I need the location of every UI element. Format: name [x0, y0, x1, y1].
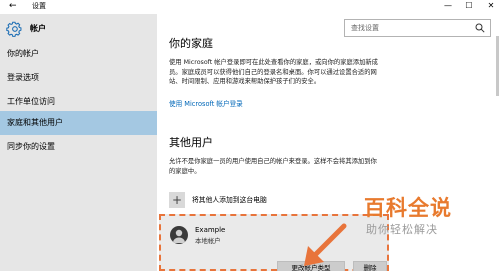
family-heading: 你的家庭 [169, 37, 213, 50]
title-bar: ← 设置 — ☐ ✕ [0, 0, 500, 14]
pointer-arrow-icon [304, 223, 347, 266]
close-button[interactable]: ✕ [484, 1, 498, 11]
add-other-user-label: 将其他人添加到这台电脑 [192, 196, 267, 204]
sidebar-item-sign-in-options[interactable]: 登录选项 [0, 66, 157, 90]
sidebar-header: 帐户 [0, 18, 157, 42]
search-input[interactable]: 查找设置 [344, 19, 491, 37]
search-placeholder: 查找设置 [351, 24, 379, 32]
family-description: 使用 Microsoft 帐户登录即可在此处查看你的家庭，或向你的家庭添加新成员… [169, 59, 378, 86]
search-icon[interactable] [475, 23, 485, 33]
gear-icon [6, 21, 22, 37]
sidebar-item-family-other-users[interactable]: 家庭和其他用户 [0, 111, 157, 135]
account-type: 本地帐户 [195, 237, 221, 245]
user-avatar-icon [170, 226, 188, 244]
sidebar: 帐户 你的帐户 登录选项 工作单位访问 家庭和其他用户 同步你的设置 [0, 14, 157, 271]
delete-account-button[interactable]: 删除 [353, 261, 387, 271]
window-title: 设置 [32, 2, 46, 10]
back-arrow-icon[interactable]: ← [9, 1, 17, 12]
microsoft-sign-in-link[interactable]: 使用 Microsoft 帐户登录 [169, 100, 243, 109]
sidebar-item-label: 同步你的设置 [7, 142, 55, 151]
sidebar-item-label: 家庭和其他用户 [7, 118, 63, 127]
sidebar-header-label: 帐户 [30, 24, 46, 33]
minimize-button[interactable]: — [441, 1, 455, 11]
add-other-user-button[interactable]: + 将其他人添加到这台电脑 [169, 192, 369, 210]
sidebar-item-your-account[interactable]: 你的帐户 [0, 42, 157, 66]
maximize-button[interactable]: ☐ [462, 1, 476, 11]
account-name: Example [195, 226, 226, 234]
plus-icon: + [169, 192, 185, 208]
watermark-brand: 百科全说 [364, 196, 452, 220]
sidebar-item-label: 工作单位访问 [7, 97, 55, 106]
watermark-slogan: 助你轻松解决 [366, 223, 438, 236]
scrollbar[interactable] [496, 36, 499, 96]
sidebar-item-label: 你的帐户 [7, 49, 39, 58]
sidebar-item-sync-settings[interactable]: 同步你的设置 [0, 135, 157, 159]
watermark-logo: 百科全说 助你轻松解决 [350, 196, 490, 252]
other-users-heading: 其他用户 [169, 136, 213, 149]
other-users-description: 允许不是你家庭一员的用户使用自己的帐户来登录。这样不会将其添加到你的家庭中。 [169, 158, 377, 175]
sidebar-item-label: 登录选项 [7, 73, 39, 82]
